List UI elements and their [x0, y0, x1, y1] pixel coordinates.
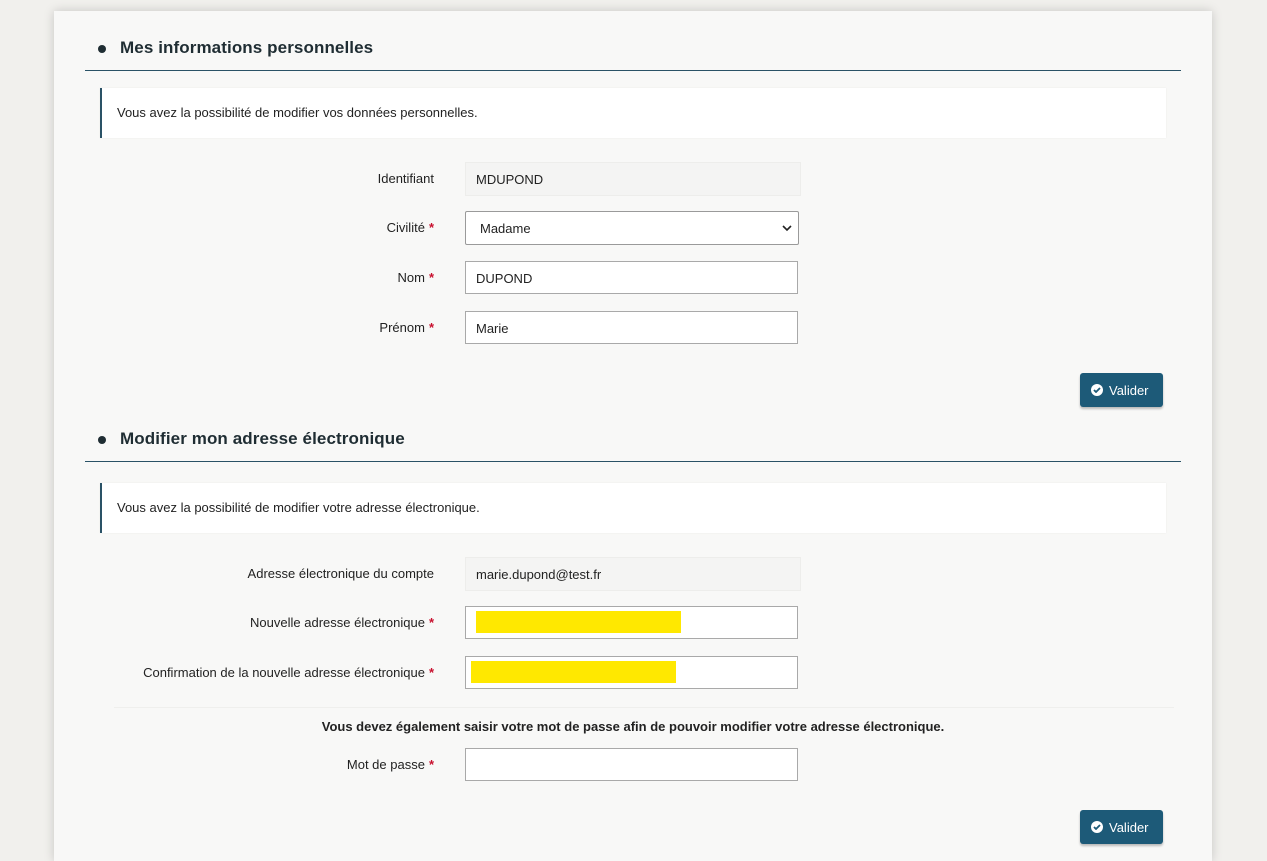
highlight-mark — [471, 661, 676, 683]
valider-button-personal[interactable]: Valider — [1080, 373, 1163, 407]
valider-button-email[interactable]: Valider — [1080, 810, 1163, 844]
chevron-down-icon — [782, 225, 792, 232]
info-box-personal: Vous avez la possibilité de modifier vos… — [100, 88, 1166, 138]
field-confirm-email: Confirmation de la nouvelle adresse élec… — [54, 656, 1212, 690]
identifiant-label: Identifiant — [377, 171, 434, 186]
password-label: Mot de passe * — [346, 757, 434, 772]
field-identifiant: Identifiant MDUPOND — [54, 162, 1212, 196]
account-panel: Mes informations personnelles Vous avez … — [54, 11, 1212, 861]
info-text: Vous avez la possibilité de modifier vos… — [117, 105, 478, 120]
field-prenom: Prénom * Marie — [54, 311, 1212, 345]
new-email-input[interactable] — [465, 606, 798, 639]
section-title-text: Mes informations personnelles — [120, 38, 374, 57]
field-password: Mot de passe * — [54, 748, 1212, 782]
nom-label: Nom * — [397, 270, 434, 285]
required-marker: * — [428, 615, 434, 630]
required-marker: * — [428, 757, 434, 772]
civilite-label: Civilité * — [386, 220, 434, 235]
section-title-text: Modifier mon adresse électronique — [120, 429, 405, 448]
field-new-email: Nouvelle adresse électronique * — [54, 606, 1212, 640]
civilite-select[interactable]: Madame — [465, 211, 799, 245]
current-email-value: marie.dupond@test.fr — [465, 557, 801, 591]
password-input[interactable] — [465, 748, 798, 781]
divider — [114, 707, 1174, 708]
prenom-label: Prénom * — [379, 320, 434, 335]
check-circle-icon — [1091, 384, 1103, 396]
field-current-email: Adresse électronique du compte marie.dup… — [54, 557, 1212, 591]
required-marker: * — [428, 220, 434, 235]
identifiant-value: MDUPOND — [465, 162, 801, 196]
current-email-label: Adresse électronique du compte — [247, 566, 434, 581]
field-nom: Nom * DUPOND — [54, 261, 1212, 295]
field-civilite: Civilité * Madame — [54, 211, 1212, 245]
info-box-email: Vous avez la possibilité de modifier vot… — [100, 483, 1166, 533]
bullet-icon — [98, 45, 106, 53]
prenom-input[interactable]: Marie — [465, 311, 798, 344]
section-title-personal-info: Mes informations personnelles — [85, 38, 1181, 71]
confirm-email-input[interactable] — [465, 656, 798, 689]
confirm-email-label: Confirmation de la nouvelle adresse élec… — [143, 665, 434, 680]
nom-input[interactable]: DUPOND — [465, 261, 798, 294]
section-title-email: Modifier mon adresse électronique — [85, 429, 1181, 462]
new-email-label: Nouvelle adresse électronique * — [250, 615, 434, 630]
highlight-mark — [476, 611, 681, 633]
check-circle-icon — [1091, 821, 1103, 833]
bullet-icon — [98, 436, 106, 444]
password-notice: Vous devez également saisir votre mot de… — [321, 719, 945, 734]
info-text: Vous avez la possibilité de modifier vot… — [117, 500, 480, 515]
required-marker: * — [428, 320, 434, 335]
required-marker: * — [428, 270, 434, 285]
required-marker: * — [428, 665, 434, 680]
